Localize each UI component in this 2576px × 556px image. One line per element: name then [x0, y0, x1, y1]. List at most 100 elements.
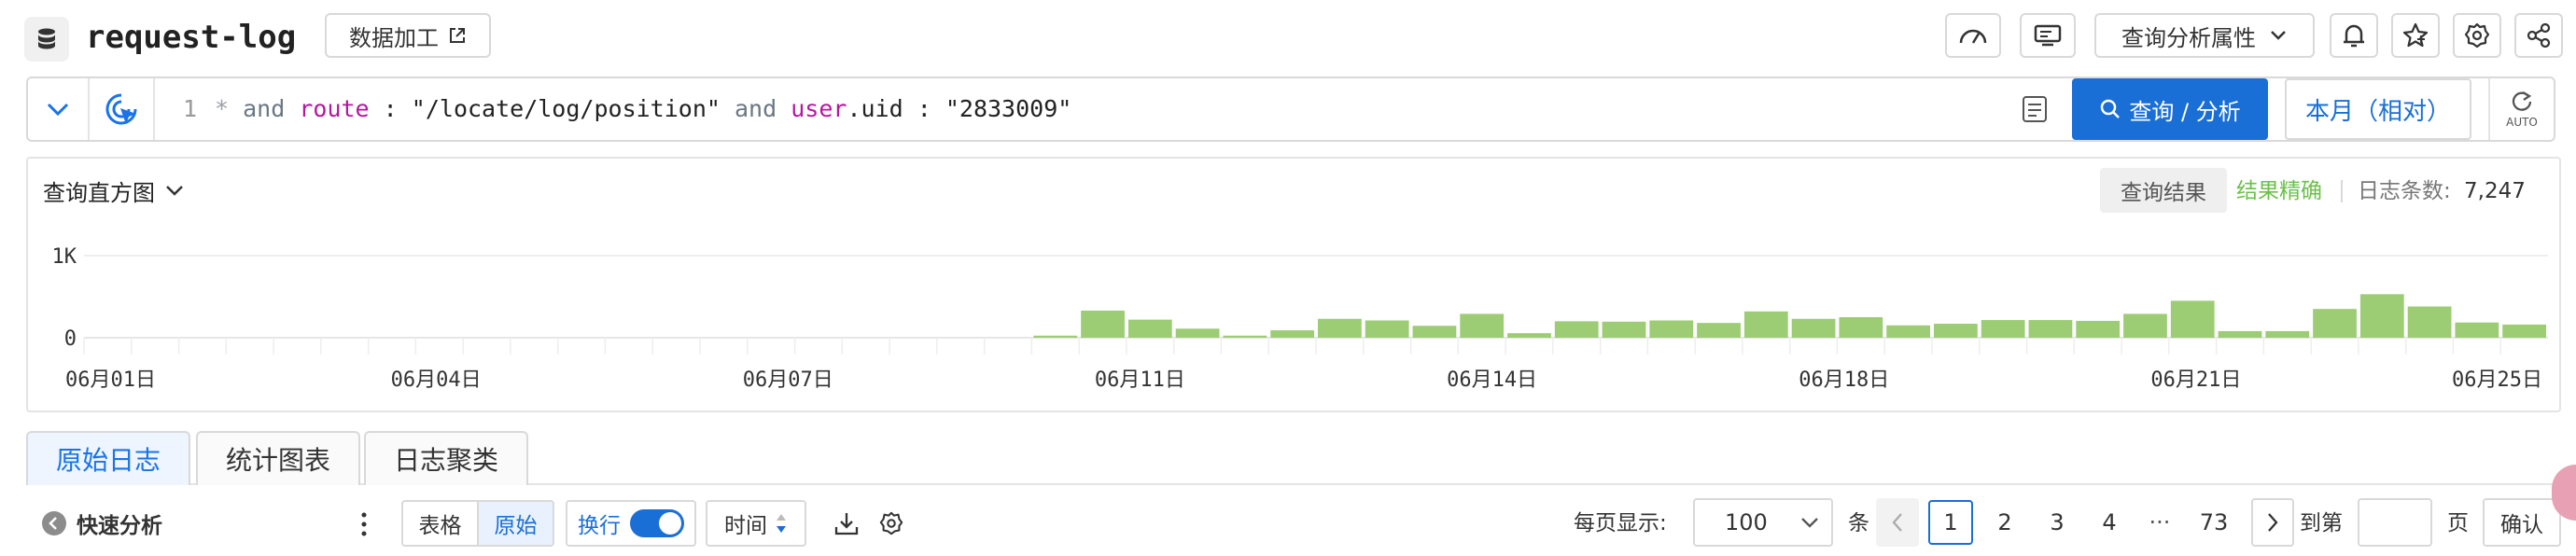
- chevron-left-circle-icon: [41, 510, 67, 536]
- histogram-bar[interactable]: [2218, 330, 2262, 338]
- dashboard-gauge-button[interactable]: [1945, 13, 2001, 58]
- alert-button[interactable]: [2330, 13, 2378, 58]
- histogram-bar[interactable]: [2455, 322, 2499, 338]
- histogram-bar[interactable]: [1697, 323, 1741, 338]
- goto-page-input[interactable]: [2358, 498, 2432, 547]
- histogram-bar[interactable]: [2076, 320, 2121, 338]
- histogram-bar[interactable]: [1270, 330, 1314, 338]
- query-input[interactable]: * and route : "/locate/log/position" and…: [215, 91, 1988, 127]
- external-link-icon: [448, 26, 467, 45]
- x-tick-label: 06月25日: [2452, 368, 2542, 392]
- histogram-bar[interactable]: [1033, 335, 1078, 338]
- histogram-bar[interactable]: [1981, 320, 2025, 338]
- chevron-down-icon: [46, 102, 70, 117]
- page-4[interactable]: 4: [2089, 500, 2130, 545]
- query-token-field: user: [791, 95, 847, 122]
- share-button[interactable]: [2514, 13, 2563, 58]
- histogram-bar[interactable]: [1318, 318, 1362, 338]
- query-result-tab[interactable]: 查询结果: [2100, 168, 2227, 213]
- quick-analysis-label: 快速分析: [77, 514, 162, 538]
- time-range-selector[interactable]: 本月（相对）: [2285, 78, 2471, 140]
- gauge-icon: [1958, 25, 1988, 46]
- histogram-bar[interactable]: [2407, 306, 2452, 338]
- chevron-down-icon: [1799, 516, 1820, 529]
- histogram-bar[interactable]: [2313, 309, 2357, 338]
- histogram-bar[interactable]: [1839, 317, 1883, 338]
- query-analysis-props-dropdown[interactable]: 查询分析属性: [2094, 13, 2315, 58]
- per-page-value: 100: [1725, 509, 1768, 535]
- histogram-bar[interactable]: [1460, 313, 1505, 338]
- histogram-bar[interactable]: [1365, 320, 1409, 338]
- histogram-bar[interactable]: [1602, 321, 1646, 338]
- gear-icon: [878, 510, 904, 536]
- histogram-bar[interactable]: [2502, 324, 2546, 338]
- chevron-left-icon: [1891, 511, 1904, 534]
- time-sort-button[interactable]: 时间: [706, 500, 806, 547]
- download-button[interactable]: [831, 507, 862, 539]
- histogram-bar[interactable]: [2265, 330, 2310, 338]
- tab-raw-logs[interactable]: 原始日志: [26, 431, 190, 485]
- page-last[interactable]: 73: [2190, 500, 2238, 545]
- histogram-bar[interactable]: [1743, 311, 1788, 338]
- histogram-bar[interactable]: [1127, 319, 1172, 338]
- cursor-target-icon: [103, 90, 140, 128]
- query-token-plain: :: [917, 95, 931, 122]
- histogram-bar[interactable]: [2123, 313, 2167, 338]
- prev-page-button[interactable]: [1876, 498, 1919, 547]
- settings-button[interactable]: [2453, 13, 2501, 58]
- x-tick-label: 06月07日: [743, 368, 833, 392]
- logstore-title: request-log: [86, 19, 297, 56]
- sql-mode-button[interactable]: [2018, 91, 2051, 127]
- smart-assist-button[interactable]: [90, 78, 155, 140]
- histogram-bar[interactable]: [1886, 325, 1930, 338]
- monitor-icon: [2033, 23, 2063, 48]
- page-3[interactable]: 3: [2037, 500, 2078, 545]
- view-table-button[interactable]: 表格: [403, 502, 479, 545]
- sort-icon: [775, 512, 788, 535]
- query-analyze-label: 查询 / 分析: [2129, 98, 2241, 125]
- histogram-bar[interactable]: [1554, 321, 1599, 338]
- histogram-title-toggle[interactable]: 查询直方图: [43, 174, 185, 207]
- histogram-bar[interactable]: [1081, 310, 1125, 338]
- histogram-bar[interactable]: [1223, 335, 1267, 338]
- page-suffix-label: 页: [2447, 511, 2469, 535]
- histogram-bar[interactable]: [1791, 318, 1836, 338]
- query-token-plain: .uid: [847, 95, 903, 122]
- auto-label: AUTO: [2506, 116, 2538, 129]
- download-icon: [833, 510, 860, 536]
- time-range-label: 本月（相对）: [2304, 97, 2451, 126]
- quick-analysis-toggle[interactable]: 快速分析: [41, 506, 162, 541]
- favorite-button[interactable]: [2391, 13, 2440, 58]
- data-process-button[interactable]: 数据加工: [325, 13, 491, 58]
- per-page-select[interactable]: 100: [1693, 498, 1833, 547]
- page-1[interactable]: 1: [1928, 500, 1973, 545]
- next-page-button[interactable]: [2251, 498, 2294, 547]
- more-options-icon[interactable]: [355, 509, 373, 539]
- page-2[interactable]: 2: [1984, 500, 2025, 545]
- view-raw-button[interactable]: 原始: [479, 502, 553, 545]
- histogram-bar[interactable]: [1649, 320, 1694, 338]
- per-page-label: 每页显示:: [1574, 511, 1667, 535]
- auto-refresh-button[interactable]: AUTO: [2488, 78, 2554, 140]
- histogram-bar[interactable]: [1412, 326, 1457, 338]
- search-expand-button[interactable]: [28, 78, 90, 140]
- tab-charts[interactable]: 统计图表: [196, 431, 360, 485]
- histogram-bar[interactable]: [1507, 333, 1551, 338]
- wrap-label: 换行: [578, 514, 621, 538]
- device-button[interactable]: [2020, 13, 2076, 58]
- query-analyze-button[interactable]: 查询 / 分析: [2072, 78, 2268, 140]
- page-ellipsis[interactable]: ···: [2139, 500, 2180, 545]
- goto-confirm-button[interactable]: 确认: [2483, 498, 2561, 547]
- per-page-unit: 条: [1848, 511, 1869, 535]
- histogram-bar[interactable]: [2359, 294, 2404, 338]
- chevron-down-icon: [164, 184, 185, 197]
- wrap-switch[interactable]: [630, 509, 684, 537]
- tab-log-clustering[interactable]: 日志聚类: [364, 431, 528, 485]
- histogram-bar[interactable]: [2028, 320, 2073, 338]
- histogram-bar[interactable]: [2170, 300, 2215, 338]
- histogram-bar[interactable]: [1934, 324, 1978, 338]
- view-toggle-group: 表格 原始: [401, 500, 554, 547]
- column-settings-button[interactable]: [875, 507, 907, 539]
- histogram-bar[interactable]: [1175, 328, 1220, 338]
- query-analysis-props-label: 查询分析属性: [2121, 24, 2256, 51]
